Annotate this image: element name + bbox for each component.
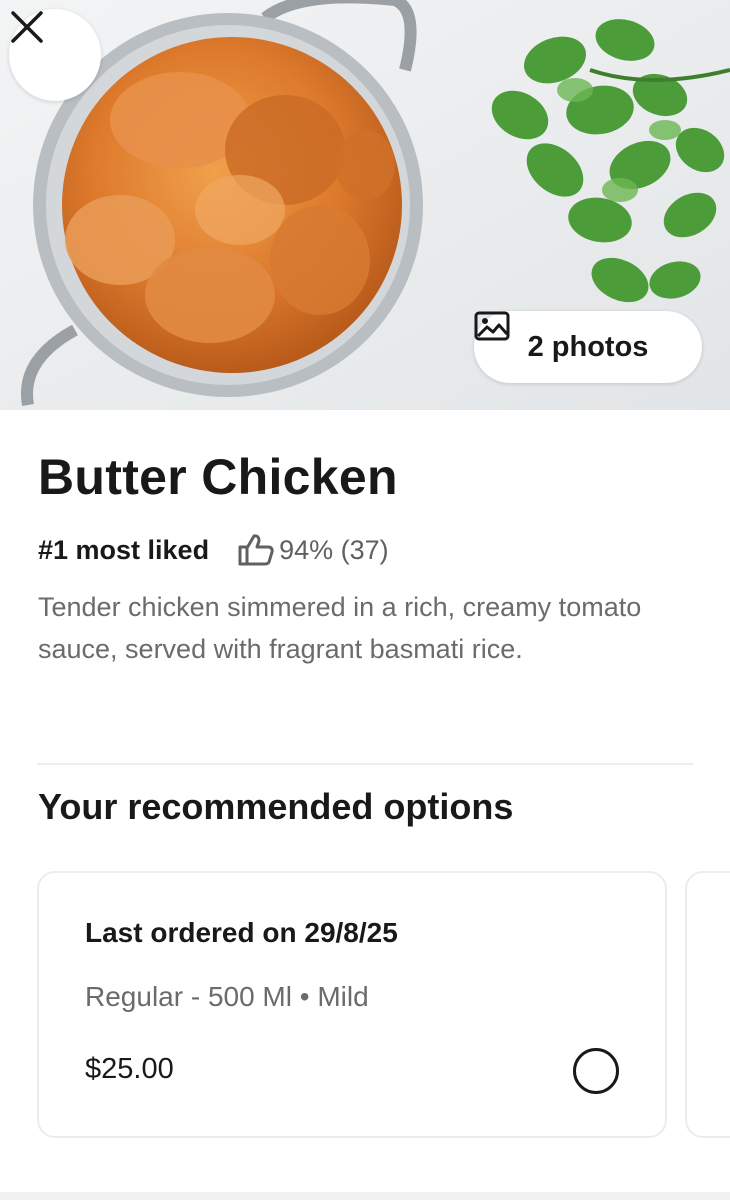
rank-label: #1 most liked bbox=[38, 534, 210, 565]
thumbs-up-icon bbox=[238, 534, 274, 566]
rating-text: 94% (37) bbox=[279, 534, 389, 565]
close-button[interactable] bbox=[9, 9, 101, 101]
divider bbox=[37, 763, 693, 765]
option-heading: Last ordered on 29/8/25 bbox=[85, 917, 398, 948]
photos-count-label: 2 photos bbox=[527, 330, 649, 363]
option-price: $25.00 bbox=[85, 1053, 174, 1085]
recommended-option-card-next[interactable] bbox=[685, 871, 730, 1138]
close-icon bbox=[11, 11, 43, 43]
rating: 94% (37) bbox=[237, 533, 389, 567]
item-meta-row: #1 most liked 94% (37) bbox=[38, 530, 389, 570]
option-radio-button[interactable] bbox=[573, 1048, 619, 1094]
photos-button[interactable]: 2 photos bbox=[474, 311, 702, 383]
item-title: Butter Chicken bbox=[38, 449, 398, 505]
dish-photo[interactable]: 2 photos bbox=[0, 0, 730, 410]
recommended-option-card[interactable]: Last ordered on 29/8/25 Regular - 500 Ml… bbox=[37, 871, 667, 1138]
option-detail: Regular - 500 Ml • Mild bbox=[85, 981, 369, 1012]
bottom-edge bbox=[0, 1192, 730, 1200]
item-description: Tender chicken simmered in a rich, cream… bbox=[38, 592, 642, 664]
recommended-section-title: Your recommended options bbox=[38, 786, 514, 827]
image-icon bbox=[474, 311, 510, 341]
